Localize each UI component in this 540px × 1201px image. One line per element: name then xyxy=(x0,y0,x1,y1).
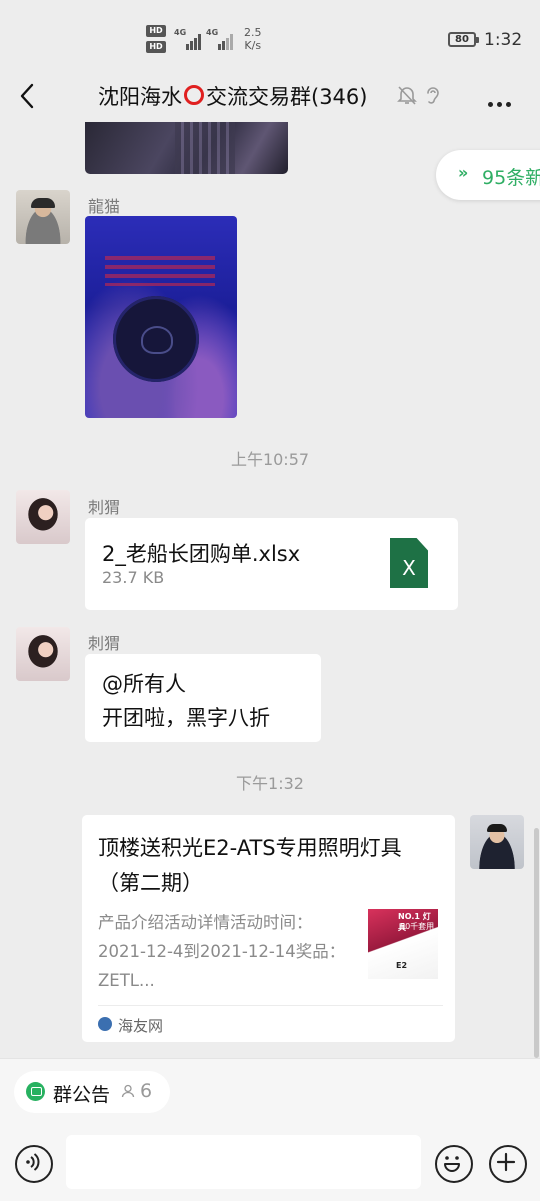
back-arrow-icon[interactable] xyxy=(16,82,42,110)
notice-icon xyxy=(26,1082,45,1101)
network-speed: 2.5 K/s xyxy=(244,26,262,52)
double-up-arrow-icon: » xyxy=(458,163,469,182)
notice-count: 6 xyxy=(140,1080,153,1102)
message-input[interactable] xyxy=(66,1135,421,1189)
avatar[interactable] xyxy=(16,490,70,544)
muted-bell-icon xyxy=(396,84,418,110)
image-message[interactable] xyxy=(85,216,237,418)
timestamp: 上午10:57 xyxy=(230,450,310,469)
excel-file-icon: X xyxy=(390,538,428,588)
hd-badge: HD xyxy=(146,41,166,53)
hd-badge: HD xyxy=(146,25,166,37)
scrollbar[interactable] xyxy=(534,828,539,1058)
ear-icon xyxy=(424,84,442,110)
sender-name: 龍猫 xyxy=(88,197,121,216)
notice-label: 群公告 xyxy=(53,1084,111,1106)
link-source: 海友网 xyxy=(118,1017,164,1035)
sender-name: 刺猬 xyxy=(88,634,121,653)
divider xyxy=(98,1005,443,1006)
link-message[interactable]: 顶楼送积光E2-ATS专用照明灯具（第二期） 产品介绍活动详情活动时间：2021… xyxy=(82,815,455,1042)
link-title: 顶楼送积光E2-ATS专用照明灯具（第二期） xyxy=(98,836,402,895)
source-logo-icon xyxy=(98,1017,112,1031)
file-message[interactable]: 2_老船长团购单.xlsx 23.7 KB X xyxy=(85,518,458,610)
sender-name: 刺猬 xyxy=(88,498,121,517)
avatar[interactable] xyxy=(16,190,70,244)
avatar[interactable] xyxy=(16,627,70,681)
new-messages-label: 95条新 xyxy=(482,167,540,189)
emoji-icon[interactable] xyxy=(435,1145,473,1183)
signal-icon: 4G xyxy=(174,28,204,50)
chat-title: 沈阳海水 交流交易群(346) xyxy=(98,85,368,109)
person-icon xyxy=(121,1083,135,1098)
battery-icon: 80 xyxy=(448,32,479,47)
status-time: 1:32 xyxy=(484,30,523,50)
voice-icon[interactable] xyxy=(15,1145,53,1183)
link-thumbnail: NO.1 灯具 50千套用 E2 xyxy=(368,909,438,979)
group-notice-button[interactable]: 群公告 6 xyxy=(14,1071,170,1113)
file-size: 23.7 KB xyxy=(102,568,165,587)
new-messages-button[interactable]: » 95条新 xyxy=(436,150,540,200)
image-message-partial[interactable] xyxy=(85,122,288,174)
text-message[interactable]: @所有人 开团啦，黑字八折 xyxy=(85,654,321,742)
signal-icon: 4G xyxy=(206,28,236,50)
red-circle-emoji-icon xyxy=(184,85,204,105)
more-icon[interactable] xyxy=(488,92,515,111)
plus-icon[interactable] xyxy=(489,1145,527,1183)
file-name: 2_老船长团购单.xlsx xyxy=(102,542,301,566)
network-indicators: HD HD 4G 4G 2.5 K/s xyxy=(146,24,266,54)
timestamp: 下午1:32 xyxy=(236,774,304,793)
link-description: 产品介绍活动详情活动时间：2021-12-4到2021-12-14奖品：ZETL… xyxy=(98,913,346,990)
avatar[interactable] xyxy=(470,815,524,869)
